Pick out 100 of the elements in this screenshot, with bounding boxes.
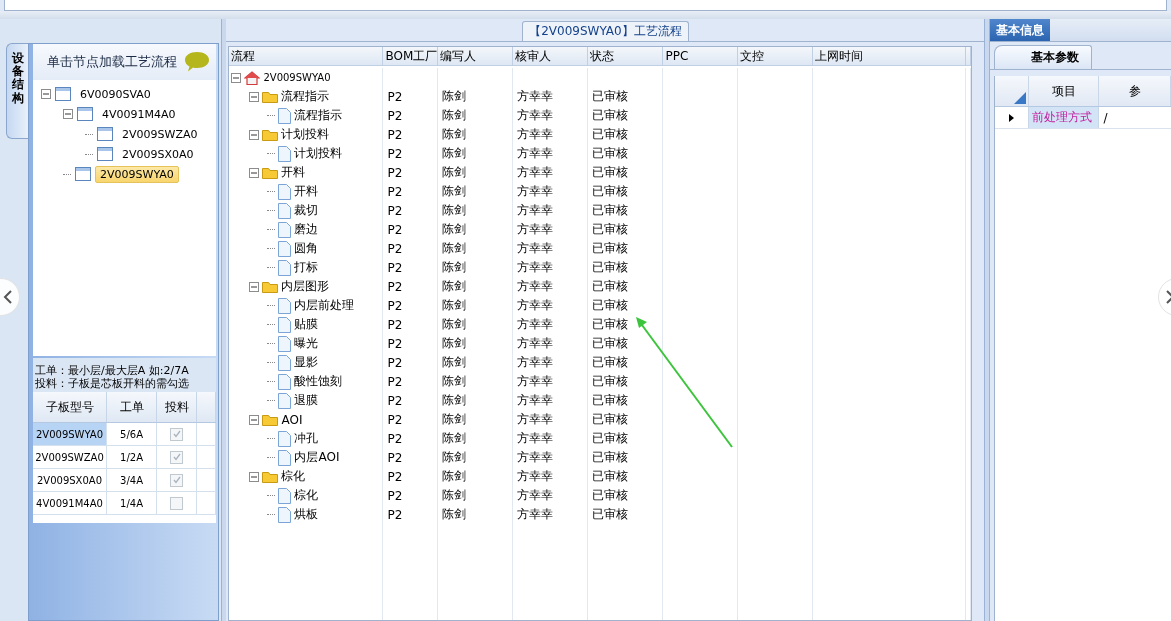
document-icon [278, 107, 292, 124]
table-cell: 已审核 [588, 277, 664, 296]
expand-toggle[interactable] [231, 72, 242, 83]
column-header[interactable]: 子板型号 [33, 392, 107, 422]
speech-bubble-icon [184, 51, 211, 73]
table-cell: 已审核 [588, 505, 664, 524]
expand-toggle[interactable] [249, 471, 260, 482]
process-step[interactable]: 裁切 [294, 202, 319, 219]
table-cell: 陈剑 [438, 182, 514, 201]
process-step[interactable]: 内层图形 [281, 278, 330, 295]
table-cell: 方幸幸 [513, 239, 589, 258]
expand-toggle[interactable] [63, 109, 73, 119]
expand-toggle[interactable] [41, 89, 51, 99]
process-step[interactable]: 打标 [294, 259, 319, 276]
table-cell: 已审核 [588, 163, 664, 182]
process-step[interactable]: 烘板 [294, 506, 319, 523]
tab[interactable]: 基本参数 [994, 45, 1093, 69]
minus-icon [251, 169, 258, 176]
tree-node[interactable]: 2V009SX0A0 [117, 145, 199, 163]
document-icon [278, 297, 292, 314]
process-step[interactable]: AOI [281, 412, 303, 427]
table-cell[interactable]: 2V009SWZA0 [33, 446, 107, 468]
column-header[interactable]: 参 [1099, 76, 1171, 106]
expand-toggle[interactable] [249, 414, 260, 425]
column-header[interactable]: 状态 [588, 47, 664, 65]
top-input-field[interactable] [4, 0, 1167, 11]
tree-node[interactable]: 2V009SWZA0 [117, 125, 203, 143]
table-cell: 方幸幸 [513, 277, 589, 296]
document-icon [278, 354, 292, 371]
process-step[interactable]: 内层AOI [294, 449, 340, 466]
table-cell: 方幸幸 [513, 296, 589, 315]
process-step[interactable]: 棕化 [294, 487, 319, 504]
table-cell: 已审核 [588, 144, 664, 163]
document-icon [278, 202, 292, 219]
tab[interactable]: 基本信息 [990, 19, 1051, 41]
process-step[interactable]: 流程指示 [281, 88, 330, 105]
column-header[interactable]: 项目 [1029, 76, 1100, 106]
table-cell: 已审核 [588, 467, 664, 486]
table-cell[interactable]: 2V009SWYA0 [33, 423, 107, 445]
panel-title: 单击节点加载工艺流程 [47, 53, 177, 71]
process-step[interactable]: 贴膜 [294, 316, 319, 333]
table-cell: 陈剑 [438, 144, 514, 163]
table-cell: P2 [383, 429, 439, 448]
column-header[interactable]: BOM工厂 [383, 47, 439, 65]
column-header[interactable]: PPC [663, 47, 739, 65]
process-step[interactable]: 计划投料 [281, 126, 330, 143]
expand-toggle[interactable] [249, 281, 260, 292]
process-step[interactable]: 计划投料 [294, 145, 343, 162]
minus-icon [43, 91, 49, 97]
process-step[interactable]: 开料 [294, 183, 319, 200]
tree-node[interactable]: 6V0090SVA0 [75, 85, 156, 103]
expand-toggle[interactable] [249, 129, 260, 140]
column-header[interactable]: 工单 [107, 392, 157, 422]
tree-node[interactable]: 2V009SWYA0 [95, 165, 179, 183]
side-tab[interactable]: 设备结构 [6, 43, 28, 139]
table-cell: P2 [383, 220, 439, 239]
document-icon [278, 145, 292, 162]
process-step[interactable]: 开料 [281, 164, 306, 181]
table-cell-text: / [1102, 109, 1109, 127]
window-icon [97, 147, 113, 161]
table-cell: P2 [383, 258, 439, 277]
column-header[interactable]: 上网时间 [813, 47, 967, 65]
process-step[interactable]: 棕化 [281, 468, 306, 485]
process-step[interactable]: 磨边 [294, 221, 319, 238]
table-cell: 陈剑 [438, 410, 514, 429]
tree-node[interactable]: 4V0091M4A0 [97, 105, 181, 123]
column-header[interactable]: 文控 [738, 47, 814, 65]
column-header[interactable]: 核审人 [513, 47, 589, 65]
table-cell[interactable]: 2V009SX0A0 [33, 469, 107, 491]
table-cell: 已审核 [588, 353, 664, 372]
table-cell: 已审核 [588, 182, 664, 201]
table-cell: 方幸幸 [513, 201, 589, 220]
table-cell: 陈剑 [438, 106, 514, 125]
table-cell: 前处理方式 [1029, 107, 1100, 128]
expand-toggle[interactable] [249, 91, 260, 102]
table-cell: 5/6A [107, 423, 157, 445]
process-step[interactable]: 2V009SWYA0 [263, 72, 331, 83]
table-cell: 已审核 [588, 201, 664, 220]
process-step[interactable]: 显影 [294, 354, 319, 371]
document-icon [278, 449, 292, 466]
document-icon [278, 430, 292, 447]
table-cell: 陈剑 [438, 448, 514, 467]
table-cell: 已审核 [588, 372, 664, 391]
process-step[interactable]: 内层前处理 [294, 297, 355, 314]
table-cell: 方幸幸 [513, 87, 589, 106]
process-step[interactable]: 曝光 [294, 335, 319, 352]
table-cell: P2 [383, 106, 439, 125]
table-cell: 陈剑 [438, 505, 514, 524]
expand-toggle[interactable] [249, 167, 260, 178]
column-header[interactable]: 流程 [229, 47, 384, 65]
column-header[interactable]: 投料 [157, 392, 197, 422]
process-step[interactable]: 酸性蚀刻 [294, 373, 343, 390]
process-step[interactable]: 流程指示 [294, 107, 343, 124]
table-cell: P2 [383, 144, 439, 163]
table-cell: P2 [383, 277, 439, 296]
process-step[interactable]: 冲孔 [294, 430, 319, 447]
process-step[interactable]: 退膜 [294, 392, 319, 409]
column-header[interactable]: 编写人 [438, 47, 514, 65]
process-step[interactable]: 圆角 [294, 240, 319, 257]
table-cell[interactable]: 4V0091M4A0 [33, 492, 107, 514]
